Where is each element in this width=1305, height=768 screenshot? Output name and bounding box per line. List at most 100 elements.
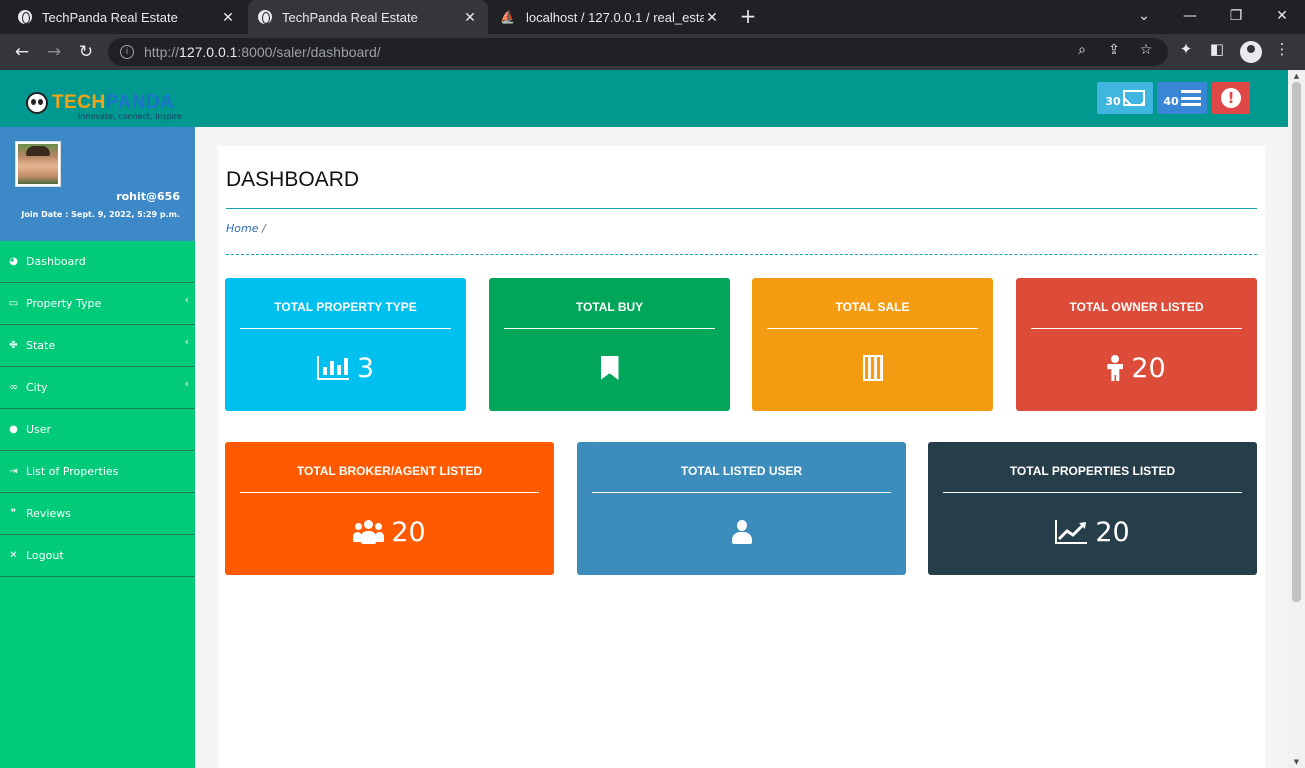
binoculars-icon: ∞ — [9, 382, 18, 393]
sidebar-item-user[interactable]: ● User — [0, 409, 195, 451]
sidebar-item-reviews[interactable]: ❞ Reviews — [0, 493, 195, 535]
card-total-listed-user[interactable]: TOTAL LISTED USER — [577, 442, 906, 575]
sidebar-item-label: Property Type — [26, 297, 102, 310]
bar-chart-icon — [316, 356, 349, 380]
card-total-properties-listed[interactable]: TOTAL PROPERTIES LISTED 20 — [928, 442, 1257, 575]
site-logo[interactable]: TECHPANDA Innovate, connect, inspire — [26, 92, 182, 121]
sidebar-item-list-of-properties[interactable]: ⇥ List of Properties — [0, 451, 195, 493]
map-icon: ✤ — [9, 340, 18, 351]
chrome-menu-icon[interactable]: ⋮ — [1270, 40, 1294, 58]
sidebar-item-property-type[interactable]: ▭ Property Type ‹ — [0, 283, 195, 325]
extensions-icon[interactable]: ✦ — [1174, 40, 1198, 58]
logo-wordmark: TECHPANDA Innovate, connect, inspire — [52, 92, 182, 121]
exclamation-circle-icon: ! — [1221, 88, 1241, 108]
panda-logo-icon — [26, 92, 48, 114]
main-content: DASHBOARD Home / TOTAL PROPERTY TYPE 3 T… — [218, 146, 1265, 768]
zoom-icon[interactable]: ⌕ — [1072, 42, 1092, 58]
sidebar-item-dashboard[interactable]: ◕ Dashboard — [0, 241, 195, 283]
quote-icon: ❞ — [10, 508, 17, 519]
messages-count: 30 — [1105, 94, 1121, 108]
tab-search-icon[interactable]: ⌄ — [1121, 0, 1167, 34]
url-path: :8000/saler/dashboard/ — [237, 44, 381, 60]
card-total-sale[interactable]: TOTAL SALE — [752, 278, 993, 411]
tab-close-icon[interactable]: ✕ — [462, 9, 478, 26]
title-divider — [226, 208, 1257, 209]
sign-in-icon: ⇥ — [9, 466, 18, 477]
card-title: TOTAL LISTED USER — [680, 464, 803, 478]
breadcrumb-home-link[interactable]: Home — [226, 222, 258, 235]
child-icon — [1107, 355, 1123, 381]
sidebar: rohit@656 Join Date : Sept. 9, 2022, 5:2… — [0, 127, 195, 768]
breadcrumb-separator: / — [258, 222, 266, 235]
tab-close-icon[interactable]: ✕ — [220, 9, 236, 26]
logo-text-panda: PANDA — [105, 92, 175, 113]
browser-tab[interactable]: TechPanda Real Estate ✕ — [8, 0, 246, 34]
user-icon: ● — [9, 424, 18, 435]
profile-avatar-icon[interactable] — [1240, 41, 1262, 63]
scroll-up-icon[interactable]: ▲ — [1292, 72, 1301, 80]
card-total-buy[interactable]: TOTAL BUY — [489, 278, 730, 411]
building-icon — [862, 355, 883, 381]
sidebar-item-label: User — [26, 423, 52, 436]
bookmark-icon — [600, 356, 619, 380]
scrollbar-thumb[interactable] — [1292, 82, 1301, 602]
sidebar-item-logout[interactable]: ✕ Logout — [0, 535, 195, 577]
card-total-broker-agent-listed[interactable]: TOTAL BROKER/AGENT LISTED 20 — [225, 442, 554, 575]
tab-title: TechPanda Real Estate — [282, 9, 418, 25]
url-scheme: http:// — [144, 44, 180, 60]
monitor-icon: ▭ — [8, 298, 19, 309]
card-total-owner-listed[interactable]: TOTAL OWNER LISTED 20 — [1016, 278, 1257, 411]
chevron-left-icon: ‹ — [184, 335, 189, 348]
scroll-down-icon[interactable]: ▼ — [1292, 758, 1301, 766]
profile-join-date: Join Date : Sept. 9, 2022, 5:29 p.m. — [21, 210, 180, 219]
minimize-icon[interactable]: — — [1167, 0, 1213, 34]
back-icon[interactable]: ← — [8, 38, 36, 66]
address-bar[interactable]: i http://127.0.0.1:8000/saler/dashboard/ — [108, 38, 1168, 66]
reload-icon[interactable]: ↻ — [72, 38, 100, 66]
page-title: DASHBOARD — [226, 168, 360, 191]
restore-icon[interactable]: ❐ — [1213, 0, 1259, 34]
tab-close-icon[interactable]: ✕ — [704, 9, 720, 26]
browser-tab-active[interactable]: TechPanda Real Estate ✕ — [248, 0, 488, 34]
card-value: 3 — [356, 352, 375, 384]
sidebar-item-state[interactable]: ✤ State ‹ — [0, 325, 195, 367]
sidebar-item-label: List of Properties — [26, 465, 119, 478]
sidebar-item-label: City — [26, 381, 48, 394]
browser-tab-strip: TechPanda Real Estate ✕ TechPanda Real E… — [0, 0, 1305, 34]
close-icon: ✕ — [9, 550, 18, 561]
tab-title: localhost / 127.0.0.1 / real_estate — [526, 9, 704, 25]
sidebar-item-label: State — [26, 339, 56, 352]
sidebar-item-city[interactable]: ∞ City ‹ — [0, 367, 195, 409]
new-tab-button[interactable]: + — [736, 5, 760, 29]
side-panel-icon[interactable]: ◧ — [1205, 40, 1229, 58]
card-title: TOTAL OWNER LISTED — [1069, 300, 1204, 314]
bookmark-star-icon[interactable]: ☆ — [1136, 42, 1156, 58]
card-value: 20 — [1095, 516, 1130, 548]
site-header: TECHPANDA Innovate, connect, inspire 30 … — [0, 70, 1288, 127]
forward-icon[interactable]: → — [40, 38, 68, 66]
alerts-button[interactable]: ! — [1212, 82, 1250, 114]
tasks-button[interactable]: 40 — [1157, 82, 1207, 114]
globe-icon — [18, 10, 32, 24]
tab-title: TechPanda Real Estate — [42, 9, 178, 25]
messages-button[interactable]: 30 — [1097, 82, 1153, 114]
avatar[interactable] — [15, 141, 61, 187]
site-info-icon[interactable]: i — [120, 45, 134, 59]
list-icon — [1180, 90, 1201, 106]
share-icon[interactable]: ⇪ — [1104, 42, 1124, 58]
card-total-property-type[interactable]: TOTAL PROPERTY TYPE 3 — [225, 278, 466, 411]
user-profile-panel: rohit@656 Join Date : Sept. 9, 2022, 5:2… — [0, 127, 195, 241]
breadcrumb: Home / — [226, 222, 266, 235]
card-title: TOTAL BUY — [575, 300, 644, 314]
page-viewport: TECHPANDA Innovate, connect, inspire 30 … — [0, 70, 1288, 768]
envelope-icon — [1122, 90, 1145, 106]
browser-tab[interactable]: ⛵ localhost / 127.0.0.1 / real_estate ✕ — [490, 0, 730, 34]
sidebar-item-label: Reviews — [26, 507, 71, 520]
breadcrumb-divider — [226, 254, 1257, 255]
card-value: 20 — [391, 516, 426, 548]
window-close-icon[interactable]: ✕ — [1259, 0, 1305, 34]
card-value: 20 — [1131, 352, 1166, 384]
sidebar-item-label: Dashboard — [26, 255, 86, 268]
page-scrollbar[interactable]: ▲ ▼ — [1288, 70, 1305, 768]
chevron-left-icon: ‹ — [184, 377, 189, 390]
